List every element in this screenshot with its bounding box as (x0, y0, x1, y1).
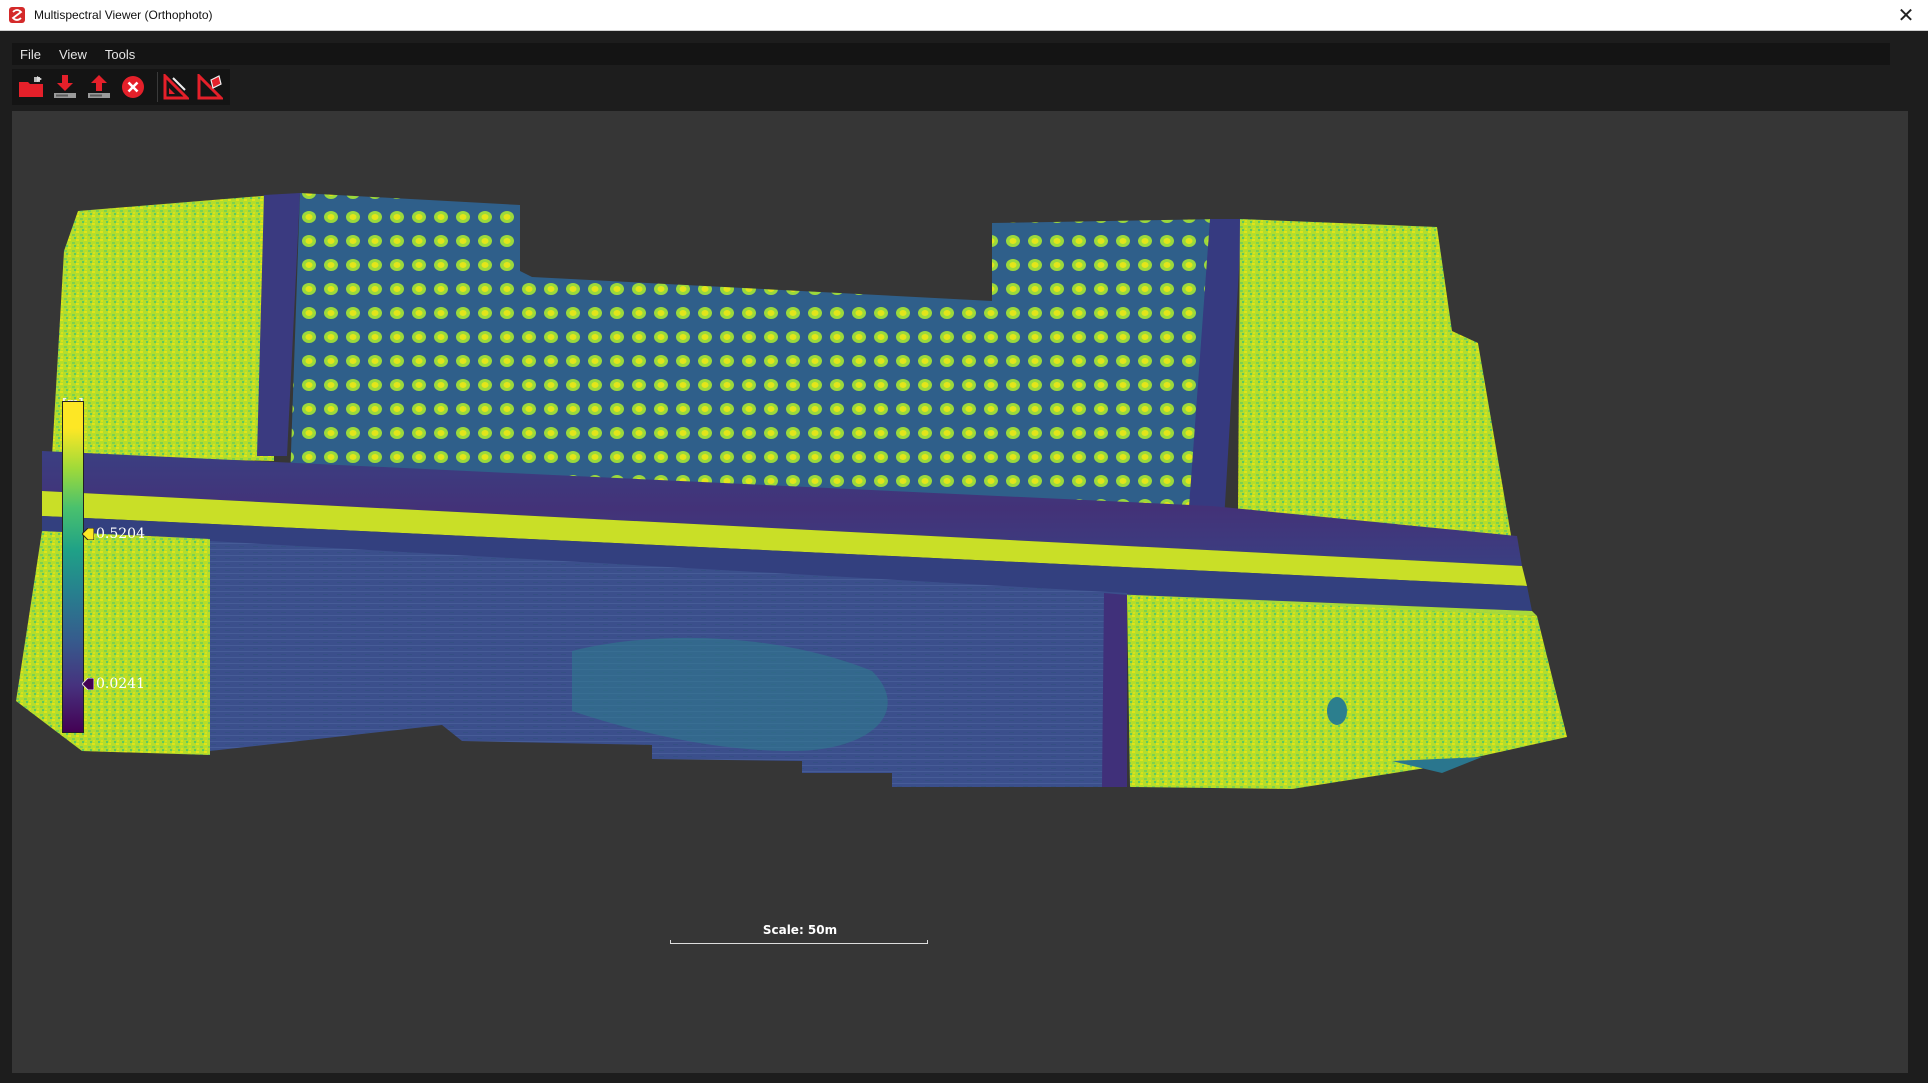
colorbar-upper-value: 0.5204 (96, 526, 145, 542)
menu-view[interactable]: View (59, 47, 87, 62)
title-bar: Multispectral Viewer (Orthophoto) ✕ (0, 0, 1928, 31)
measure-distance-icon (163, 74, 190, 100)
import-button[interactable] (50, 72, 79, 102)
map-viewport[interactable]: [m] 0.5204 0.0241 Scale: 50m (12, 111, 1908, 1073)
app-icon (9, 7, 25, 23)
colorbar-upper-handle[interactable]: 0.5204 (82, 526, 147, 542)
open-folder-icon (18, 76, 43, 97)
toolbar-separator (156, 72, 158, 102)
window-title: Multispectral Viewer (Orthophoto) (34, 8, 213, 22)
menu-tools[interactable]: Tools (105, 47, 135, 62)
colorbar-lower-value: 0.0241 (96, 676, 145, 692)
scale-bar: Scale: 50m (670, 923, 930, 953)
export-icon (87, 75, 110, 98)
menu-bar: File View Tools (12, 43, 1890, 65)
scale-line (670, 940, 928, 944)
handle-arrow-icon (82, 528, 94, 540)
handle-arrow-icon (82, 678, 94, 690)
close-image-icon (122, 76, 145, 98)
colorbar-lower-handle[interactable]: 0.0241 (82, 676, 147, 692)
scale-label: Scale: 50m (762, 923, 838, 937)
measure-area-icon (197, 74, 224, 100)
open-folder-button[interactable] (16, 72, 45, 102)
main-window: File View Tools 0.5204 0.0241 Scale: 50m (0, 31, 1928, 1083)
toolbar (12, 69, 230, 105)
close-image-button[interactable] (119, 72, 148, 102)
menu-file[interactable]: File (20, 47, 41, 62)
colorbar (62, 401, 84, 733)
import-icon (53, 75, 76, 98)
measure-distance-button[interactable] (162, 72, 191, 102)
close-window-button[interactable]: ✕ (1894, 4, 1918, 28)
measure-area-button[interactable] (196, 72, 225, 102)
orthophoto-map[interactable] (12, 111, 1908, 1073)
export-button[interactable] (84, 72, 113, 102)
